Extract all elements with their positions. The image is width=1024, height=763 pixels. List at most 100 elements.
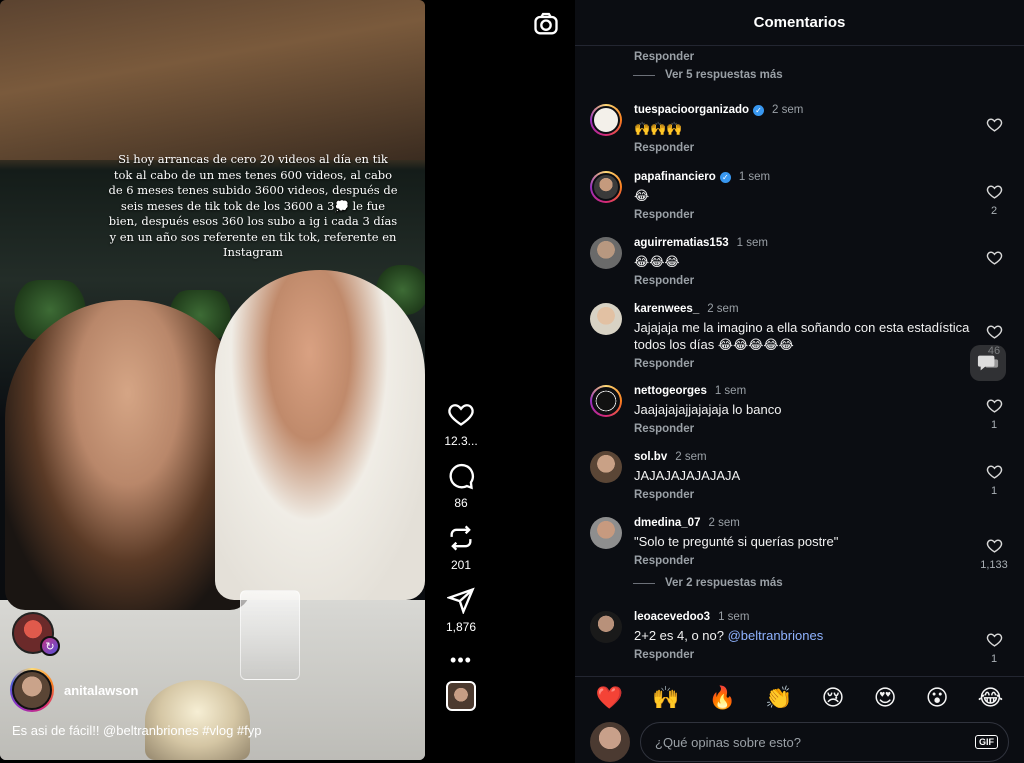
heart-icon — [986, 633, 1002, 647]
messages-button[interactable] — [970, 345, 1006, 381]
emoji-heart-button[interactable]: ❤️ — [596, 686, 623, 709]
reply-button[interactable]: Responder — [634, 142, 1009, 154]
heart-icon — [986, 399, 1002, 413]
comments-title: Comentarios — [753, 14, 846, 31]
author-avatar[interactable] — [10, 668, 54, 712]
commenter-avatar[interactable] — [590, 104, 622, 136]
commenter-avatar[interactable] — [590, 517, 622, 549]
comment-like-button[interactable]: 1 — [979, 463, 1009, 497]
reply-button[interactable]: Responder — [634, 489, 1009, 501]
comment-like-count: 1,133 — [980, 559, 1008, 571]
divider — [633, 74, 655, 76]
heart-icon — [986, 539, 1002, 553]
heart-icon — [986, 251, 1002, 265]
author-name[interactable]: anitalawson — [64, 683, 138, 698]
comment-like-count: 2 — [990, 205, 998, 217]
reply-button[interactable]: Responder — [634, 51, 694, 63]
commenter-avatar[interactable] — [590, 451, 622, 483]
comment-text: "Solo te pregunté si querías postre" — [634, 534, 839, 549]
audio-thumbnail[interactable] — [446, 681, 476, 711]
commenter-avatar[interactable] — [590, 171, 622, 203]
emoji-surprised-button[interactable]: 😮 — [926, 686, 949, 709]
gif-button[interactable]: GIF — [975, 735, 998, 749]
video-scene-person — [5, 300, 250, 610]
like-count: 12.3... — [444, 434, 478, 448]
reply-button[interactable]: Responder — [634, 649, 1009, 661]
comment-like-button[interactable]: 2 — [979, 183, 1009, 217]
commenter-avatar[interactable] — [590, 303, 622, 335]
commenter-username[interactable]: aguirrematias153 — [634, 237, 729, 249]
commenter-username[interactable]: karenwees_ — [634, 303, 699, 315]
comment-item: tuespacioorganizado ✓ 2 sem 🙌🙌🙌 Responde… — [590, 104, 1009, 154]
comment-icon — [449, 463, 474, 490]
reply-button[interactable]: Responder — [634, 275, 1009, 287]
comment-text: JAJAJAJAJAJAJA — [634, 468, 741, 483]
comment-text: Jaajajajajjajajaja lo banco — [634, 402, 782, 417]
commenter-username[interactable]: papafinanciero — [634, 171, 716, 183]
current-user-avatar — [590, 722, 630, 762]
view-more-replies[interactable]: Ver 2 respuestas más — [633, 577, 783, 589]
comment-like-count: 1 — [990, 653, 998, 665]
comment-item: papafinanciero ✓ 1 sem 😂 Responder 2 — [590, 171, 1009, 221]
comment-button[interactable]: 86 — [447, 462, 475, 510]
commenter-avatar[interactable] — [590, 611, 622, 643]
comment-input-box[interactable]: GIF — [640, 722, 1009, 762]
reply-button[interactable]: Responder — [634, 423, 1009, 435]
comment-like-button[interactable]: 1 — [979, 397, 1009, 431]
emoji-clap-button[interactable]: 👏 — [765, 686, 792, 709]
comment-like-button[interactable]: 1 — [979, 631, 1009, 665]
comment-item: nettogeorges 1 sem Jaajajajajjajajaja lo… — [590, 385, 1009, 435]
reply-button[interactable]: Responder — [634, 555, 1009, 567]
message-bubble-icon — [977, 355, 999, 371]
like-button[interactable]: 12.3... — [444, 400, 478, 448]
emoji-raised-hands-button[interactable]: 🙌 — [652, 686, 679, 709]
comment-time: 2 sem — [772, 104, 804, 116]
commenter-username[interactable]: nettogeorges — [634, 385, 707, 397]
comment-time: 2 sem — [675, 451, 707, 463]
repost-button[interactable]: 201 — [447, 524, 475, 572]
comment-input[interactable] — [655, 734, 975, 750]
comment-like-button[interactable] — [979, 116, 1009, 138]
comment-text: 😂 — [634, 188, 650, 203]
commenter-username[interactable]: leoacevedoo3 — [634, 611, 710, 623]
verified-badge-icon: ✓ — [753, 104, 765, 116]
reply-button[interactable]: Responder — [634, 209, 1009, 221]
action-column: 12.3... 86 201 1,876 ••• — [432, 400, 490, 711]
author-row[interactable]: anitalawson — [10, 668, 138, 712]
video-player[interactable]: Si hoy arrancas de cero 20 videos al día… — [0, 0, 425, 760]
emoji-heart-eyes-button[interactable]: 😍 — [874, 686, 897, 709]
repost-icon: ↻ — [40, 636, 60, 656]
share-button[interactable]: 1,876 — [446, 586, 476, 634]
commenter-username[interactable]: sol.bv — [634, 451, 667, 463]
emoji-quick-bar: ❤️ 🙌 🔥 👏 😢 😍 😮 😂 — [575, 676, 1024, 718]
heart-icon — [986, 185, 1002, 199]
view-more-replies[interactable]: Ver 5 respuestas más — [633, 69, 783, 81]
comment-item: dmedina_07 2 sem "Solo te pregunté si qu… — [590, 517, 1009, 571]
comment-like-button[interactable]: 1,133 — [974, 537, 1014, 571]
comment-like-count: 1 — [990, 419, 998, 431]
commenter-username[interactable]: dmedina_07 — [634, 517, 700, 529]
comment-like-button[interactable] — [979, 249, 1009, 271]
repost-icon — [450, 525, 472, 551]
share-count: 1,876 — [445, 620, 477, 634]
video-overlay-text: Si hoy arrancas de cero 20 videos al día… — [108, 152, 398, 259]
emoji-crying-button[interactable]: 😢 — [822, 686, 845, 709]
comments-panel: Comentarios Responder Ver 5 respuestas m… — [575, 0, 1024, 763]
comment-text: Jajajaja me la imagino a ella soñando co… — [634, 320, 970, 352]
commenter-avatar[interactable] — [590, 237, 622, 269]
comment-time: 1 sem — [714, 385, 747, 397]
comment-input-row: GIF — [590, 722, 1009, 762]
view-more-replies-label: Ver 2 respuestas más — [665, 577, 783, 589]
mention-link[interactable]: @beltranbriones — [728, 628, 824, 643]
commenter-avatar[interactable] — [590, 385, 622, 417]
emoji-fire-button[interactable]: 🔥 — [709, 686, 736, 709]
emoji-laughing-button[interactable]: 😂 — [978, 686, 1004, 709]
comment-like-count: 1 — [990, 485, 998, 497]
comment-time: 2 sem — [707, 303, 739, 315]
reply-button[interactable]: Responder — [634, 358, 975, 370]
video-caption: Es asi de fácil!! @beltranbriones #vlog … — [12, 723, 262, 738]
camera-icon[interactable] — [532, 10, 560, 38]
video-scene-lamp — [145, 680, 250, 760]
commenter-username[interactable]: tuespacioorganizado — [634, 104, 749, 116]
more-options-icon[interactable]: ••• — [450, 650, 472, 671]
